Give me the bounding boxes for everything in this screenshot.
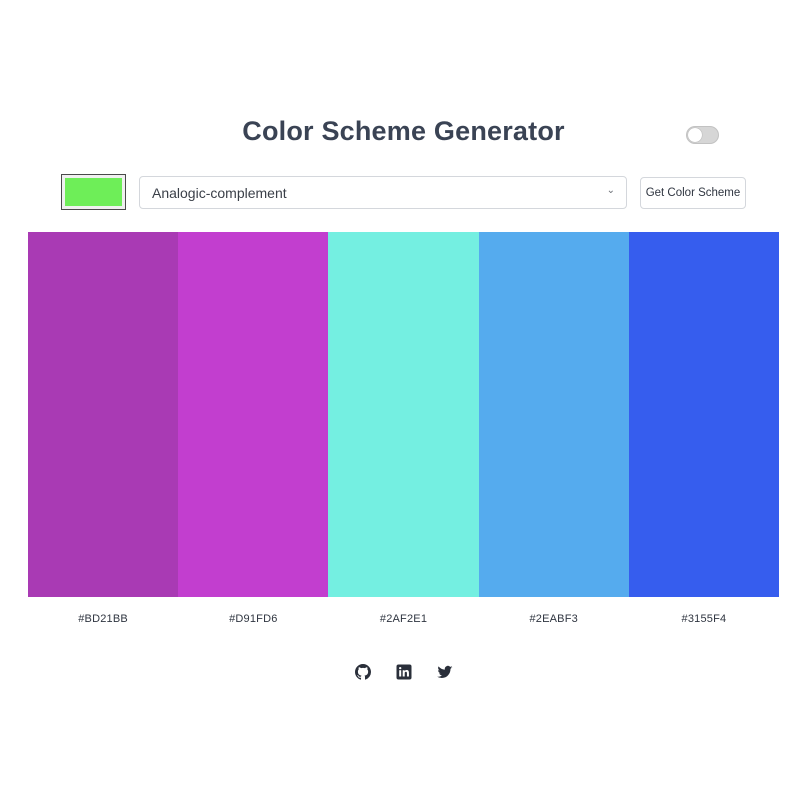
hex-labels: #BD21BB #D91FD6 #2AF2E1 #2EABF3 #3155F4 <box>28 613 779 625</box>
color-palette <box>28 232 780 597</box>
theme-toggle[interactable] <box>686 126 719 144</box>
twitter-link[interactable] <box>436 664 453 680</box>
hex-label-1[interactable]: #BD21BB <box>28 613 178 625</box>
twitter-icon <box>436 664 453 680</box>
color-stripe-3[interactable] <box>328 232 479 597</box>
hex-label-3[interactable]: #2AF2E1 <box>328 613 478 625</box>
github-icon <box>354 664 371 680</box>
hex-label-5[interactable]: #3155F4 <box>629 613 779 625</box>
seed-color-swatch <box>65 178 122 206</box>
color-stripe-5[interactable] <box>628 232 780 597</box>
github-link[interactable] <box>354 664 371 680</box>
seed-color-picker[interactable] <box>61 174 126 210</box>
scheme-mode-value: Analogic-complement <box>152 185 287 201</box>
linkedin-link[interactable] <box>396 664 412 680</box>
social-links <box>0 664 807 680</box>
toggle-knob <box>688 128 702 142</box>
scheme-mode-select[interactable]: Analogic-complement ⌄ <box>139 176 627 209</box>
color-stripe-2[interactable] <box>178 232 329 597</box>
color-stripe-1[interactable] <box>28 232 179 597</box>
hex-label-4[interactable]: #2EABF3 <box>479 613 629 625</box>
linkedin-icon <box>396 664 412 680</box>
get-color-scheme-button[interactable]: Get Color Scheme <box>640 177 746 209</box>
hex-label-2[interactable]: #D91FD6 <box>178 613 328 625</box>
chevron-down-icon: ⌄ <box>606 185 615 196</box>
color-stripe-4[interactable] <box>478 232 629 597</box>
